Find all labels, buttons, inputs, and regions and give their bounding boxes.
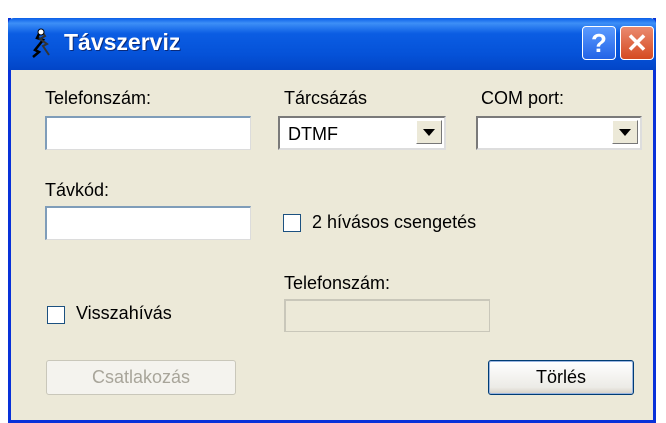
dialing-select[interactable]: DTMF (278, 116, 446, 150)
app-icon (32, 28, 50, 58)
two-call-ring-label[interactable]: 2 hívásos csengetés (312, 212, 476, 233)
com-port-label: COM port: (481, 88, 565, 108)
help-icon: ? (591, 27, 607, 58)
window-title: Távszerviz (64, 29, 181, 55)
dialing-label: Tárcsázás (284, 88, 368, 108)
chevron-down-icon[interactable] (612, 120, 638, 144)
remote-code-input[interactable] (45, 206, 251, 240)
close-button[interactable]: ✕ (620, 26, 654, 60)
phone-input[interactable] (45, 116, 251, 150)
title-bar[interactable]: Távszerviz ? ✕ (8, 18, 656, 70)
callback-checkbox[interactable] (47, 306, 65, 324)
close-icon: ✕ (626, 27, 648, 58)
remote-code-label: Távkód: (45, 180, 110, 200)
delete-button[interactable]: Törlés (488, 360, 634, 395)
com-port-select[interactable] (476, 116, 642, 150)
callback-phone-input[interactable] (284, 299, 490, 332)
dialing-value: DTMF (288, 124, 338, 144)
two-call-ring-checkbox[interactable] (283, 214, 301, 232)
help-button[interactable]: ? (582, 26, 616, 60)
callback-label[interactable]: Visszahívás (76, 303, 172, 324)
phone-label: Telefonszám: (45, 88, 152, 108)
connect-button[interactable]: Csatlakozás (46, 360, 236, 395)
callback-phone-label: Telefonszám: (284, 273, 391, 293)
chevron-down-icon[interactable] (416, 120, 442, 144)
